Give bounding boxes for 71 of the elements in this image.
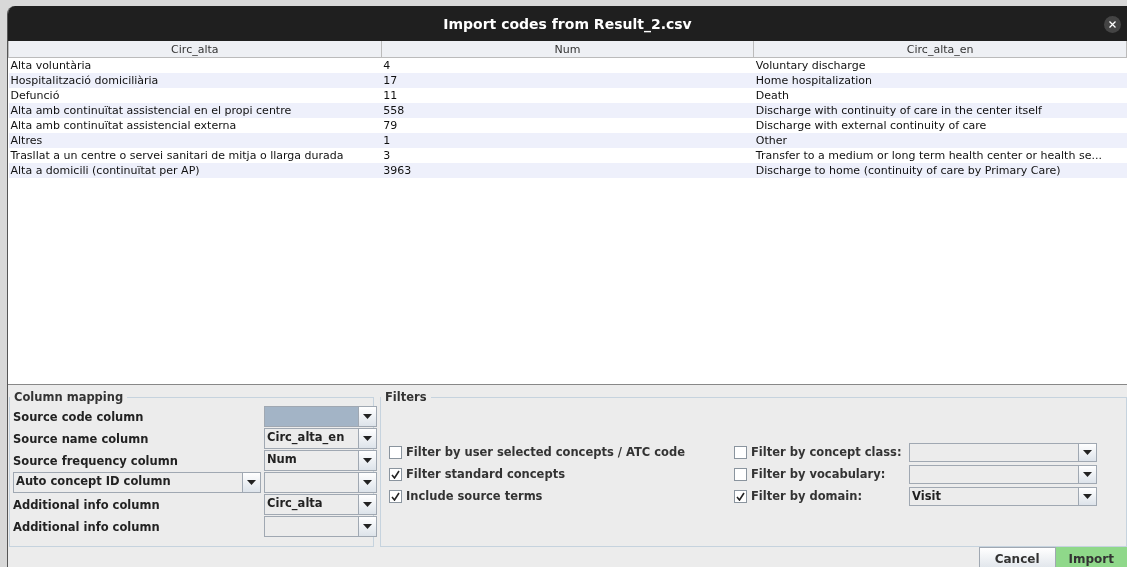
column-header[interactable]: Num <box>381 41 754 58</box>
checkbox[interactable] <box>734 489 747 503</box>
table-cell: Trasllat a un centre o servei sanitari de mitja o llarga durada <box>8 148 382 163</box>
checkbox-label: Filter by vocabulary: <box>751 467 886 481</box>
column-header[interactable]: Circ_alta_en <box>753 41 1127 58</box>
panel-title: Column mapping <box>10 390 128 404</box>
table-cell: Discharge with external continuity of care <box>753 118 1127 133</box>
caret-icon <box>363 458 372 463</box>
table-cell: 558 <box>381 103 754 118</box>
table-cell: 79 <box>381 118 754 133</box>
dropdown[interactable]: Circ_alta <box>264 494 377 515</box>
table-cell: Other <box>753 133 1127 148</box>
table-cell: Alta amb continuïtat assistencial externa <box>8 118 382 133</box>
table-cell: 4 <box>381 57 754 73</box>
table-cell: Alta voluntària <box>8 57 382 73</box>
caret-icon <box>1083 471 1092 477</box>
table-cell: Death <box>753 88 1127 103</box>
table-cell: Voluntary discharge <box>753 57 1127 73</box>
table-cell: Alta amb continuïtat assistencial en el propi centre <box>8 103 382 118</box>
dropdown[interactable] <box>264 472 377 493</box>
table-cell: Defunció <box>8 88 382 103</box>
checkbox[interactable] <box>389 489 402 503</box>
column-header[interactable]: Circ_alta <box>8 41 382 58</box>
window-title: Import codes from Result_2.csv <box>443 15 692 32</box>
table-cell: Hospitalització domiciliària <box>8 73 382 88</box>
checkbox[interactable] <box>389 467 402 481</box>
close-button[interactable] <box>1104 16 1121 33</box>
caret-icon <box>363 480 372 485</box>
table-cell: Altres <box>8 133 382 148</box>
table-cell: Home hospitalization <box>753 73 1127 88</box>
field-label: Source name column <box>13 431 150 446</box>
table-cell: 3 <box>381 148 754 163</box>
dropdown[interactable]: Circ_alta_en <box>264 428 377 449</box>
caret-icon <box>247 480 256 485</box>
checkbox-label: Filter by user selected concepts / ATC code <box>406 445 686 459</box>
caret-icon <box>363 524 372 529</box>
dropdown[interactable] <box>264 406 377 427</box>
checkbox-label: Filter by concept class: <box>751 445 902 459</box>
dropdown[interactable]: Auto concept ID column <box>13 472 261 493</box>
table-cell: 1 <box>381 133 754 148</box>
dropdown[interactable] <box>909 464 1097 484</box>
caret-icon <box>363 436 372 441</box>
table-cell: Transfer to a medium or long term health center or health se... <box>753 148 1127 163</box>
dropdown[interactable] <box>264 516 377 537</box>
import-button[interactable]: Import <box>1055 547 1127 567</box>
caret-icon <box>1083 449 1092 455</box>
close-icon <box>1109 21 1116 28</box>
dropdown[interactable]: Visit <box>909 486 1097 506</box>
checkbox[interactable] <box>734 445 747 459</box>
cancel-button[interactable]: Cancel <box>978 547 1056 567</box>
field-label: Source code column <box>13 409 145 424</box>
panel-title: Filters <box>381 390 431 404</box>
dropdown[interactable]: Num <box>264 450 377 471</box>
table-cell: Alta a domicili (continuïtat per AP) <box>8 163 382 178</box>
caret-icon <box>1083 493 1092 499</box>
checkbox[interactable] <box>734 467 747 481</box>
table-cell: Discharge to home (continuity of care by Primary Care) <box>753 163 1127 178</box>
checkbox-label: Filter standard concepts <box>406 467 565 481</box>
caret-icon <box>363 502 372 507</box>
checkbox-label: Filter by domain: <box>751 489 863 503</box>
checkbox[interactable] <box>389 445 402 459</box>
table-cell: 3963 <box>381 163 754 178</box>
table-cell: 11 <box>381 88 754 103</box>
table-cell: Discharge with continuity of care in the center itself <box>753 103 1127 118</box>
field-label: Additional info column <box>13 497 161 512</box>
field-label: Additional info column <box>13 519 161 534</box>
field-label: Source frequency column <box>13 453 179 468</box>
checkbox-label: Include source terms <box>406 489 543 503</box>
caret-icon <box>363 414 372 419</box>
table-cell: 17 <box>381 73 754 88</box>
dropdown[interactable] <box>909 442 1097 462</box>
